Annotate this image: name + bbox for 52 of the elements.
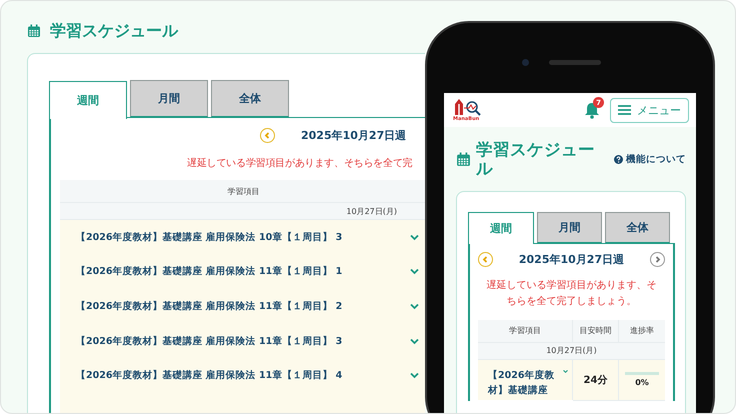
schedule-row[interactable]: 【2026年度教材】基礎講座 雇用保険法 11章【１周目】 2 bbox=[60, 289, 425, 324]
row-title: 【2026年度教材】基礎講座 雇用保険法 11章【１周目】 3 bbox=[76, 334, 342, 348]
row-title: 【2026年度教材】基礎講座 雇用保険法 11章【１周目】 4 bbox=[76, 369, 342, 382]
bell-icon[interactable] bbox=[584, 101, 600, 119]
row-title: 【2026年度教材】基礎講座 雇用保険法 11章【１周目】 2 bbox=[76, 300, 342, 313]
tab[interactable]: 全体 bbox=[211, 80, 289, 117]
chevron-down-icon bbox=[562, 368, 568, 375]
week-label: 2025年10月27日週 bbox=[301, 128, 406, 142]
column-header: 進捗率 bbox=[619, 320, 665, 343]
tab[interactable]: 全体 bbox=[605, 212, 670, 243]
calendar-icon bbox=[456, 152, 471, 168]
chevron-left-icon bbox=[263, 132, 272, 138]
help-link[interactable]: 機能について bbox=[614, 153, 686, 166]
row-title: 【2026年度教材】基礎講座 雇用保険法 11章【１周目】 1 bbox=[76, 265, 342, 278]
logo-icon bbox=[453, 98, 481, 116]
page-title: 学習スケジュール bbox=[50, 22, 178, 40]
camera-icon bbox=[522, 59, 529, 66]
warning-text: 遅延している学習項目があります、そちらを全て完了しましょう。 bbox=[486, 278, 658, 309]
chevron-down-icon bbox=[410, 234, 419, 241]
column-header: 目安時間 bbox=[573, 320, 619, 343]
schedule-row[interactable]: 【2026年度教材】基礎講座 雇用保険法 11章【１周目】 4 bbox=[60, 358, 425, 393]
time-cell-text: 24分 bbox=[584, 374, 608, 387]
row-title: 【2026年度教材】基礎講座 bbox=[488, 368, 556, 398]
row-title: 【2026年度教材】基礎講座 雇用保険法 10章【１周目】 3 bbox=[76, 230, 342, 244]
column-header: 学習項目 bbox=[478, 320, 573, 343]
table-header: 学習項目 bbox=[60, 180, 425, 203]
next-week-button[interactable] bbox=[650, 252, 665, 268]
chevron-down-icon bbox=[410, 302, 419, 310]
schedule-row[interactable]: 【2026年度教材】基礎講座 雇用保険法 10章【１周目】 3 bbox=[60, 220, 425, 255]
chevron-left-icon bbox=[481, 256, 490, 264]
day-header: 10月27日(月) bbox=[478, 342, 665, 360]
chevron-down-icon bbox=[410, 338, 419, 345]
speaker-grille bbox=[549, 60, 601, 65]
warning-text: 遅延している学習項目があります、そちらを全て完 bbox=[186, 156, 414, 171]
chevron-down-icon bbox=[410, 372, 419, 380]
chevron-down-icon bbox=[410, 268, 419, 276]
tab[interactable]: 月間 bbox=[130, 80, 208, 117]
tab[interactable]: 週間 bbox=[49, 80, 127, 118]
help-icon bbox=[614, 155, 623, 164]
previous-week-button[interactable] bbox=[260, 128, 275, 142]
day-header: 10月27日(月) bbox=[60, 203, 425, 220]
week-label: 2025年10月27日週 bbox=[518, 252, 624, 268]
tab[interactable]: 月間 bbox=[537, 212, 602, 243]
menu-button[interactable]: メニュー bbox=[610, 98, 689, 122]
calendar-icon bbox=[27, 24, 41, 38]
tab[interactable]: 週間 bbox=[468, 212, 534, 244]
schedule-row[interactable]: 【2026年度教材】基礎講座 雇用保険法 11章【１周目】 1 bbox=[60, 254, 425, 290]
previous-week-button[interactable] bbox=[478, 252, 493, 268]
progress-value: 0% bbox=[635, 378, 649, 388]
page-title: 学習スケジュール bbox=[476, 141, 596, 179]
schedule-row[interactable]: 【2026年度教材】基礎講座 雇用保険法 11章【１周目】 3 bbox=[60, 324, 425, 358]
menu-icon bbox=[618, 105, 631, 115]
